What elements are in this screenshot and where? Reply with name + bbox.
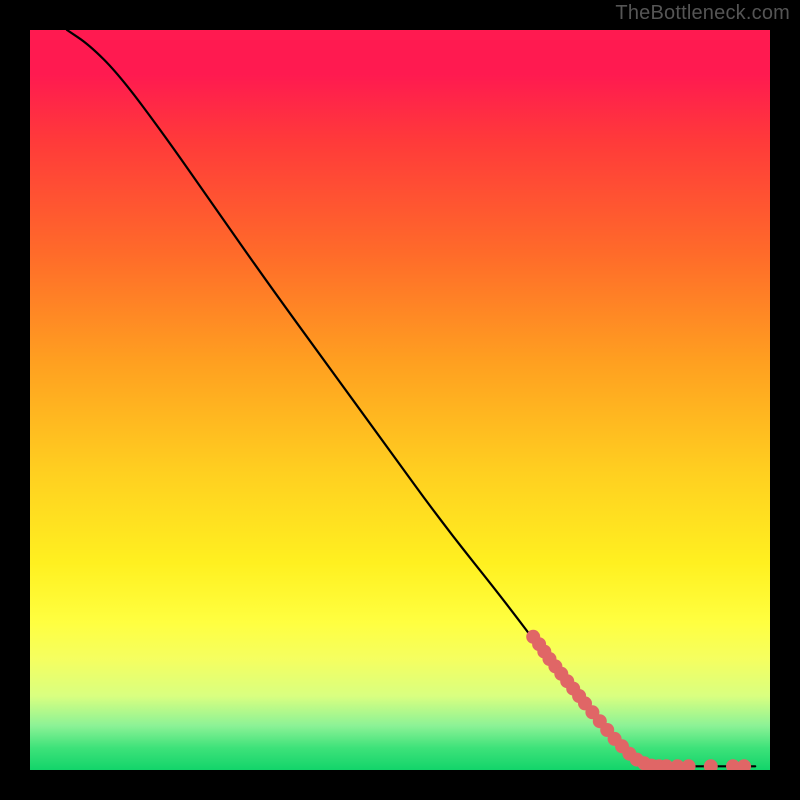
marker-group xyxy=(526,630,751,770)
bottleneck-curve xyxy=(67,30,755,766)
data-marker xyxy=(682,759,696,770)
plot-area xyxy=(30,30,770,770)
attribution-label: TheBottleneck.com xyxy=(615,2,790,25)
chart-overlay xyxy=(30,30,770,770)
data-marker xyxy=(704,759,718,770)
chart-container: TheBottleneck.com xyxy=(0,0,800,800)
data-marker xyxy=(737,759,751,770)
